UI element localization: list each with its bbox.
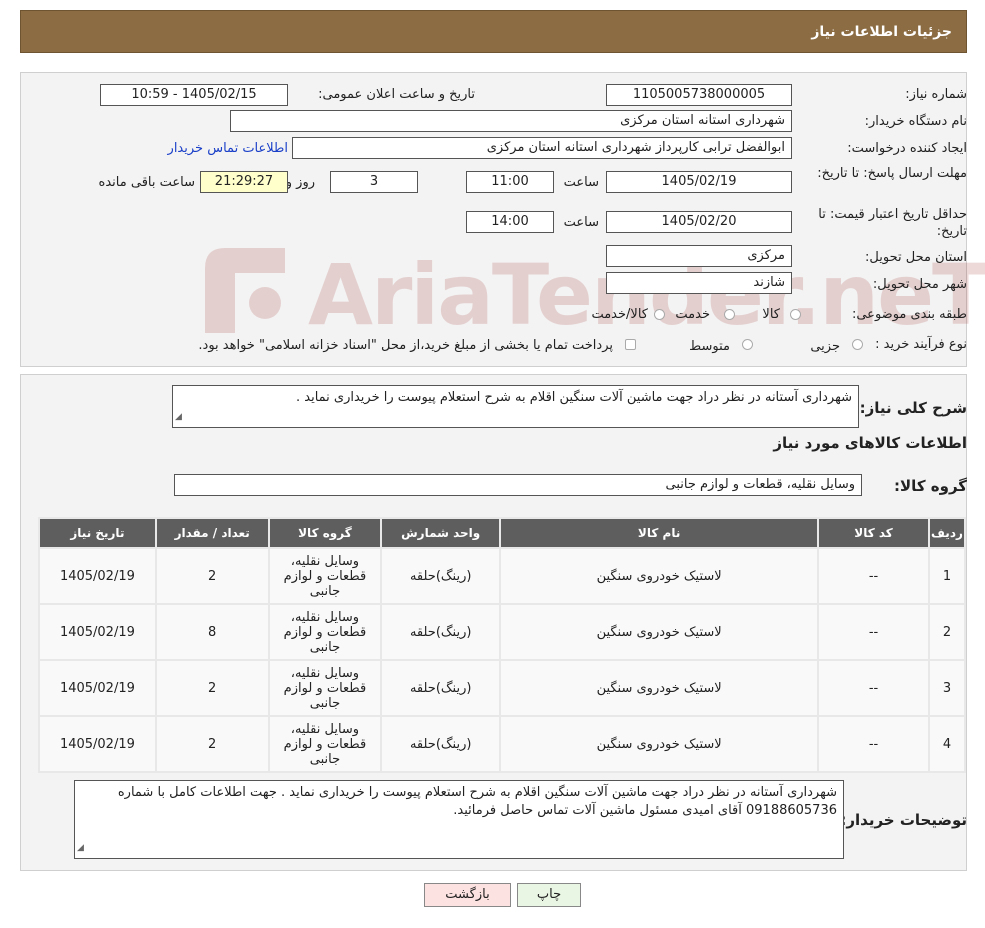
item-name: لاستیک خودروی سنگین: [501, 549, 818, 603]
item-date: 1405/02/19: [40, 605, 155, 659]
goods-info-title: اطلاعات کالاهای مورد نیاز: [773, 434, 967, 452]
col-date-header: تاریخ نیاز: [40, 519, 155, 547]
items-table: ردیف کد کالا نام کالا واحد شمارش گروه کا…: [38, 517, 966, 773]
row-number: 2: [929, 605, 964, 659]
item-date: 1405/02/19: [40, 717, 155, 771]
category-goods-service-label: کالا/خدمت: [591, 307, 648, 322]
back-button[interactable]: بازگشت: [424, 883, 511, 907]
process-treasury-checkbox[interactable]: [625, 339, 636, 350]
validity-time-field: 14:00: [466, 211, 554, 233]
announce-field: 1405/02/15 - 10:59: [100, 84, 288, 106]
row-number: 4: [929, 717, 964, 771]
buyer-notes-label: توضیحات خریدار:: [840, 811, 967, 829]
province-label: استان محل تحویل:: [865, 250, 967, 265]
item-unit: (رینگ)حلقه: [382, 717, 500, 771]
table-row: 4 -- لاستیک خودروی سنگین (رینگ)حلقه وسای…: [40, 717, 964, 771]
page-title: جزئیات اطلاعات نیاز: [811, 24, 952, 40]
creator-field: ابوالفضل ترابی کارپرداز شهرداری استانه ا…: [292, 137, 792, 159]
goods-group-field: وسایل نقلیه، قطعات و لوازم جانبی: [174, 474, 862, 496]
item-name: لاستیک خودروی سنگین: [501, 717, 818, 771]
item-code: --: [819, 717, 928, 771]
category-service-label: خدمت: [675, 307, 710, 322]
validity-label: حداقل تاریخ اعتبار قیمت: تا تاریخ:: [818, 207, 967, 239]
table-header-row: ردیف کد کالا نام کالا واحد شمارش گروه کا…: [40, 519, 964, 547]
buyer-notes-field: شهرداری آستانه در نظر دراد جهت ماشین آلا…: [74, 780, 844, 859]
resize-grip-icon: ◢: [175, 412, 182, 422]
item-qty: 8: [156, 605, 268, 659]
col-row-header: ردیف: [929, 519, 964, 547]
process-medium-radio[interactable]: [742, 339, 753, 350]
city-label: شهر محل تحویل:: [872, 277, 967, 292]
item-group: وسایل نقلیه، قطعات و لوازم جانبی: [269, 717, 381, 771]
item-name: لاستیک خودروی سنگین: [501, 661, 818, 715]
table-row: 3 -- لاستیک خودروی سنگین (رینگ)حلقه وسای…: [40, 661, 964, 715]
item-qty: 2: [156, 549, 268, 603]
col-group-header: گروه کالا: [269, 519, 381, 547]
days-field: 3: [330, 171, 418, 193]
buyer-notes-text: شهرداری آستانه در نظر دراد جهت ماشین آلا…: [117, 785, 837, 818]
item-code: --: [819, 661, 928, 715]
deadline-time-label: ساعت: [563, 175, 599, 190]
validity-time-label: ساعت: [563, 215, 599, 230]
col-qty-header: تعداد / مقدار: [156, 519, 268, 547]
col-code-header: کد کالا: [819, 519, 928, 547]
item-group: وسایل نقلیه، قطعات و لوازم جانبی: [269, 549, 381, 603]
category-goods-radio[interactable]: [790, 309, 801, 320]
category-service-radio[interactable]: [724, 309, 735, 320]
province-field: مرکزی: [606, 245, 792, 267]
item-date: 1405/02/19: [40, 661, 155, 715]
process-minor-radio[interactable]: [852, 339, 863, 350]
resize-grip-icon: ◢: [77, 843, 84, 853]
deadline-label: مهلت ارسال پاسخ: تا تاریخ:: [817, 166, 967, 181]
need-description-label: شرح کلی نیاز:: [859, 399, 967, 417]
item-group: وسایل نقلیه، قطعات و لوازم جانبی: [269, 605, 381, 659]
contact-buyer-link[interactable]: اطلاعات تماس خریدار: [168, 141, 288, 156]
process-label: نوع فرآیند خرید :: [875, 337, 967, 352]
need-description-field: شهرداری آستانه در نظر دراد جهت ماشین آلا…: [172, 385, 859, 428]
item-unit: (رینگ)حلقه: [382, 661, 500, 715]
category-goods-service-radio[interactable]: [654, 309, 665, 320]
table-row: 2 -- لاستیک خودروی سنگین (رینگ)حلقه وسای…: [40, 605, 964, 659]
item-name: لاستیک خودروی سنگین: [501, 605, 818, 659]
announce-label: تاریخ و ساعت اعلان عمومی:: [318, 87, 475, 102]
page-header: جزئیات اطلاعات نیاز: [20, 10, 967, 53]
validity-date-field: 1405/02/20: [606, 211, 792, 233]
item-qty: 2: [156, 717, 268, 771]
item-group: وسایل نقلیه، قطعات و لوازم جانبی: [269, 661, 381, 715]
process-minor-label: جزیی: [810, 339, 840, 354]
table-row: 1 -- لاستیک خودروی سنگین (رینگ)حلقه وسای…: [40, 549, 964, 603]
buyer-org-label: نام دستگاه خریدار:: [864, 114, 967, 129]
days-label: روز و: [285, 175, 315, 190]
row-number: 3: [929, 661, 964, 715]
need-number-label: شماره نیاز:: [905, 87, 967, 102]
col-unit-header: واحد شمارش: [382, 519, 500, 547]
item-date: 1405/02/19: [40, 549, 155, 603]
print-button[interactable]: چاپ: [517, 883, 581, 907]
creator-label: ایجاد کننده درخواست:: [847, 141, 967, 156]
remaining-time-field: 21:29:27: [200, 171, 288, 193]
deadline-time-field: 11:00: [466, 171, 554, 193]
item-unit: (رینگ)حلقه: [382, 605, 500, 659]
row-number: 1: [929, 549, 964, 603]
need-number-field: 1105005738000005: [606, 84, 792, 106]
process-note: پرداخت تمام یا بخشی از مبلغ خرید،از محل …: [198, 338, 613, 353]
buyer-org-field: شهرداری استانه استان مرکزی: [230, 110, 792, 132]
process-medium-label: متوسط: [689, 339, 730, 354]
category-goods-label: کالا: [762, 307, 780, 322]
deadline-date-field: 1405/02/19: [606, 171, 792, 193]
item-unit: (رینگ)حلقه: [382, 549, 500, 603]
need-description-text: شهرداری آستانه در نظر دراد جهت ماشین آلا…: [295, 390, 852, 405]
item-code: --: [819, 605, 928, 659]
item-code: --: [819, 549, 928, 603]
category-label: طبقه بندی موضوعی:: [851, 307, 967, 322]
remaining-label: ساعت باقی مانده: [98, 175, 195, 190]
goods-group-label: گروه کالا:: [894, 477, 967, 495]
item-qty: 2: [156, 661, 268, 715]
col-name-header: نام کالا: [501, 519, 818, 547]
city-field: شازند: [606, 272, 792, 294]
